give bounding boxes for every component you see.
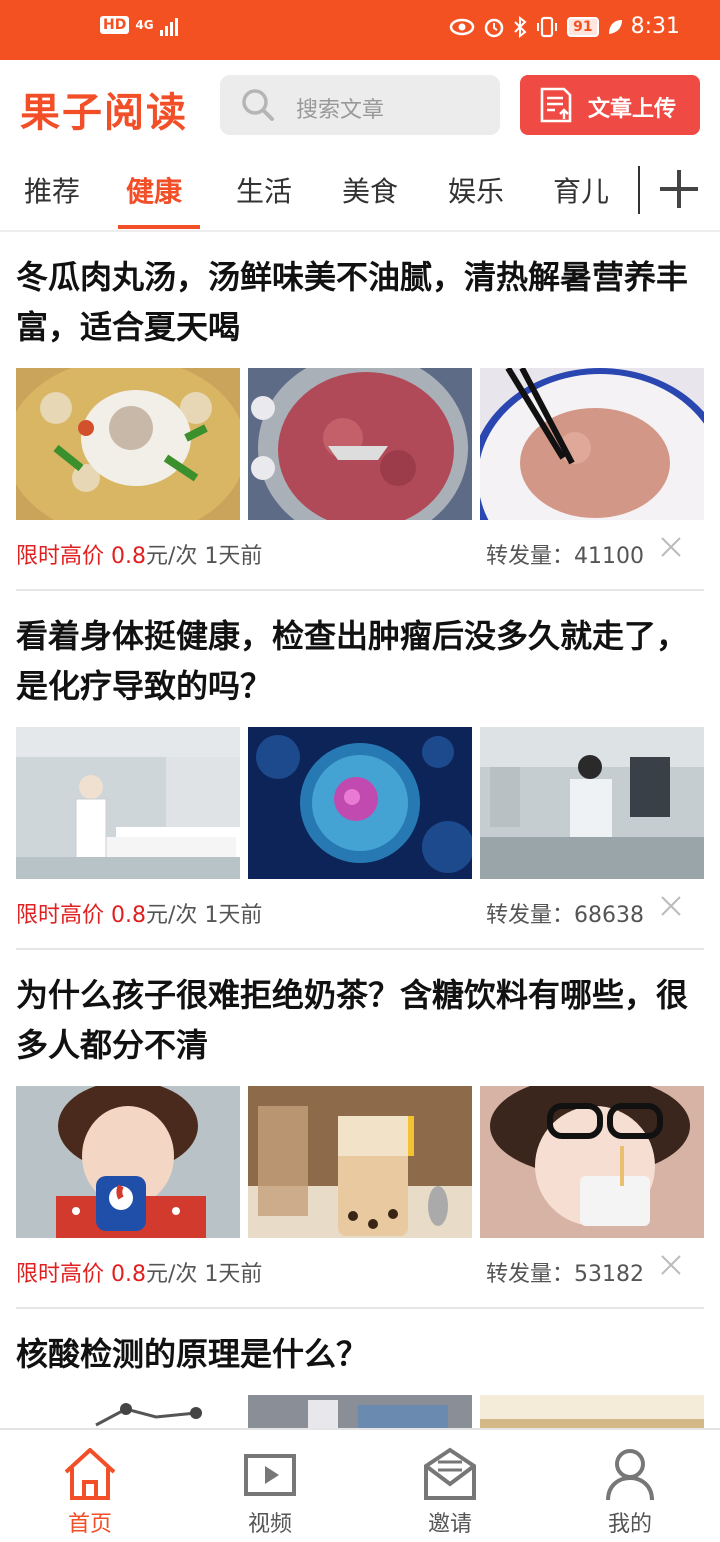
article-thumbnail[interactable] (480, 1086, 704, 1238)
price-info: 限时高价 0.8元/次 1天前 (16, 897, 262, 929)
article-meta: 限时高价 0.8元/次 1天前 转发量：53182 (16, 1252, 704, 1292)
price-unit: 元/次 (146, 1262, 198, 1287)
tab-divider (638, 166, 640, 214)
price-value: 0.8 (111, 1262, 147, 1287)
dismiss-icon[interactable] (658, 893, 684, 919)
search-icon (242, 89, 274, 121)
status-right: 91 8:31 (449, 14, 680, 39)
tab-entertainment[interactable]: 娱乐 (448, 170, 504, 210)
status-bar: HD 4G 91 8:31 (0, 0, 720, 60)
nav-video-label: 视频 (247, 1512, 292, 1537)
article-images (16, 1086, 704, 1238)
article-thumbnail[interactable] (16, 368, 240, 520)
article-card[interactable]: 冬瓜肉丸汤，汤鲜味美不油腻，清热解暑营养丰富，适合夏天喝 限时高价 0.8元/次… (16, 232, 704, 569)
share-count: 转发量：68638 (486, 897, 644, 929)
status-left: HD 4G (100, 14, 178, 36)
tab-parenting[interactable]: 育儿 (553, 170, 609, 210)
search-bar[interactable]: 搜索文章 (220, 75, 500, 135)
clock-time: 8:31 (630, 14, 680, 39)
article-thumbnail[interactable] (480, 727, 704, 879)
article-thumbnail[interactable] (480, 368, 704, 520)
share-count: 转发量：53182 (486, 1256, 644, 1288)
tab-food[interactable]: 美食 (342, 170, 398, 210)
upload-label: 文章上传 (588, 97, 677, 122)
profile-icon (606, 1449, 654, 1501)
price-unit: 元/次 (146, 903, 198, 928)
active-tab-indicator (118, 225, 200, 229)
alarm-icon (484, 18, 504, 37)
vibrate-icon (537, 16, 558, 37)
nav-invite[interactable]: 邀请 (390, 1440, 510, 1540)
price-value: 0.8 (111, 544, 147, 569)
signal-icon (159, 14, 178, 36)
nav-home[interactable]: 首页 (30, 1440, 150, 1540)
price-label: 限时高价 (16, 1262, 105, 1287)
upload-document-icon (540, 87, 572, 123)
app-logo: 果子阅读 (20, 90, 188, 136)
article-thumbnail[interactable] (480, 1395, 704, 1428)
publish-time: 1天前 (204, 903, 263, 928)
tab-recommend[interactable]: 推荐 (24, 170, 80, 210)
article-thumbnail[interactable] (248, 1086, 472, 1238)
hd-badge: HD (100, 16, 130, 34)
nav-video[interactable]: 视频 (210, 1440, 330, 1540)
article-meta: 限时高价 0.8元/次 1天前 转发量：68638 (16, 893, 704, 933)
article-card[interactable]: 为什么孩子很难拒绝奶茶？含糖饮料有哪些，很多人都分不清 限时高价 0.8元/次 … (16, 950, 704, 1287)
article-images (16, 1395, 704, 1428)
article-images (16, 727, 704, 879)
price-unit: 元/次 (146, 544, 198, 569)
share-value: 68638 (574, 903, 644, 928)
home-icon (64, 1448, 116, 1500)
publish-time: 1天前 (204, 544, 263, 569)
price-value: 0.8 (111, 903, 147, 928)
article-thumbnail[interactable] (16, 1395, 240, 1428)
invite-mail-icon (424, 1447, 476, 1500)
network-label: 4G (135, 18, 154, 32)
share-label: 转发量： (485, 544, 574, 569)
video-icon (244, 1454, 296, 1496)
article-meta: 限时高价 0.8元/次 1天前 转发量：41100 (16, 534, 704, 574)
share-value: 53182 (574, 1262, 644, 1287)
add-category-icon[interactable] (656, 166, 702, 212)
nav-profile[interactable]: 我的 (570, 1440, 690, 1540)
battery-indicator: 91 (567, 16, 599, 37)
dismiss-icon[interactable] (658, 534, 684, 560)
article-thumbnail[interactable] (248, 368, 472, 520)
app-header: 果子阅读 搜索文章 文章上传 (0, 60, 720, 152)
share-value: 41100 (574, 544, 644, 569)
article-title[interactable]: 冬瓜肉丸汤，汤鲜味美不油腻，清热解暑营养丰富，适合夏天喝 (16, 252, 704, 352)
nav-profile-label: 我的 (607, 1512, 652, 1537)
article-title[interactable]: 为什么孩子很难拒绝奶茶？含糖饮料有哪些，很多人都分不清 (16, 970, 704, 1070)
dismiss-icon[interactable] (658, 1252, 684, 1278)
share-count: 转发量：41100 (486, 538, 644, 570)
leaf-icon (608, 19, 622, 34)
price-label: 限时高价 (16, 903, 105, 928)
price-label: 限时高价 (16, 544, 105, 569)
article-thumbnail[interactable] (16, 1086, 240, 1238)
article-title[interactable]: 核酸检测的原理是什么？ (16, 1329, 704, 1379)
price-info: 限时高价 0.8元/次 1天前 (16, 1256, 262, 1288)
share-label: 转发量： (485, 1262, 574, 1287)
tab-health[interactable]: 健康 (126, 170, 182, 210)
bottom-navigation: 首页 视频 邀请 我的 (0, 1428, 720, 1542)
search-placeholder: 搜索文章 (296, 98, 385, 123)
article-card[interactable]: 看着身体挺健康，检查出肿瘤后没多久就走了，是化疗导致的吗？ 限时高价 0.8元/… (16, 591, 704, 928)
article-thumbnail[interactable] (248, 1395, 472, 1428)
price-info: 限时高价 0.8元/次 1天前 (16, 538, 262, 570)
publish-time: 1天前 (204, 1262, 263, 1287)
eye-icon (449, 18, 475, 35)
article-thumbnail[interactable] (248, 727, 472, 879)
article-title[interactable]: 看着身体挺健康，检查出肿瘤后没多久就走了，是化疗导致的吗？ (16, 611, 704, 711)
share-label: 转发量： (485, 903, 574, 928)
article-images (16, 368, 704, 520)
bluetooth-icon (514, 15, 527, 38)
category-tabs: 推荐 健康 生活 美食 娱乐 育儿 (0, 152, 720, 230)
article-thumbnail[interactable] (16, 727, 240, 879)
nav-invite-label: 邀请 (427, 1512, 472, 1537)
upload-article-button[interactable]: 文章上传 (520, 75, 700, 135)
article-card[interactable]: 核酸检测的原理是什么？ (16, 1309, 704, 1428)
tab-life[interactable]: 生活 (236, 170, 292, 210)
nav-home-label: 首页 (67, 1512, 112, 1537)
